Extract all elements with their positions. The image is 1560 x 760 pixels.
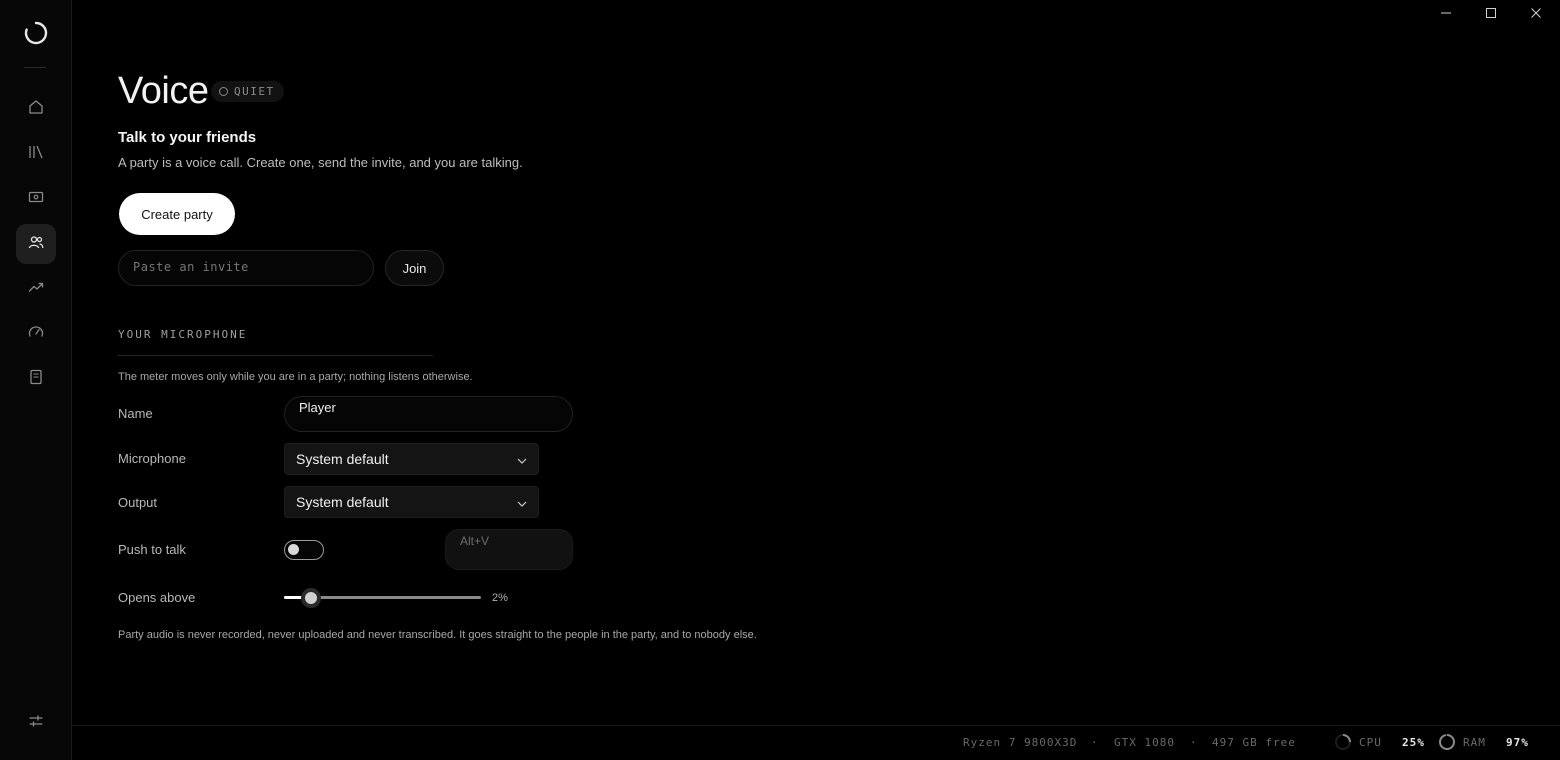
status-separator: · [1091,736,1099,749]
library-icon [27,143,45,166]
nav-screen[interactable] [16,179,56,219]
screen-icon [27,188,45,211]
push-to-talk-label: Push to talk [118,542,186,557]
threshold-value: 2% [492,592,508,604]
home-icon [27,98,45,121]
invite-input[interactable]: Paste an invite [118,250,374,286]
ram-ring-icon [1439,734,1455,750]
nav-library[interactable] [16,134,56,174]
status-badge: QUIET [211,81,284,102]
party-description: A party is a voice call. Create one, sen… [118,155,523,170]
nav-performance[interactable] [16,314,56,354]
privacy-note: Party audio is never recorded, never upl… [118,629,757,641]
chevron-down-icon [517,494,527,510]
output-select[interactable]: System default [284,486,539,518]
output-label: Output [118,495,158,510]
hotkey-field[interactable]: Alt+V [445,529,573,570]
microphone-select[interactable]: System default [284,443,539,475]
minimize-button[interactable] [1437,6,1455,24]
sliders-icon [27,712,45,735]
nav-voice[interactable] [16,224,56,264]
section-label-microphone: YOUR MICROPHONE [118,328,248,341]
cpu-ring-icon [1335,734,1351,750]
settings-button[interactable] [16,703,56,743]
maximize-icon [1485,6,1497,24]
microphone-select-value: System default [296,451,389,467]
nav-stats[interactable] [16,269,56,309]
maximize-button[interactable] [1482,6,1500,24]
app-logo[interactable] [22,19,50,47]
nav-docs[interactable] [16,359,56,399]
threshold-label: Opens above [118,590,196,605]
party-heading: Talk to your friends [118,129,257,146]
slider-thumb[interactable] [301,588,321,608]
meter-note: The meter moves only while you are in a … [118,371,473,383]
cpu-model: Ryzen 7 9800X3D [963,736,1078,749]
cpu-label: CPU [1359,736,1382,749]
name-field[interactable]: Player [284,396,573,432]
status-badge-label: QUIET [234,85,275,98]
minimize-icon [1440,6,1452,24]
create-party-button[interactable]: Create party [119,193,235,235]
ram-value: 97% [1506,736,1529,749]
disk-free: 497 GB free [1212,736,1296,749]
gpu-model: GTX 1080 [1114,736,1175,749]
section-divider [118,355,433,356]
output-select-value: System default [296,494,389,510]
name-label: Name [118,406,153,421]
ram-label: RAM [1463,736,1486,749]
circle-icon [219,87,228,96]
microphone-label: Microphone [118,451,186,466]
toggle-knob [288,544,299,555]
nav-home[interactable] [16,89,56,129]
chevron-down-icon [517,451,527,467]
close-button[interactable] [1527,6,1545,24]
close-icon [1530,6,1542,24]
document-icon [27,368,45,391]
trending-icon [27,278,45,301]
page-title: Voice [118,70,209,112]
sidebar [0,0,72,760]
status-separator: · [1190,736,1198,749]
push-to-talk-toggle[interactable] [284,540,324,560]
sidebar-divider [24,67,46,68]
cpu-value: 25% [1402,736,1425,749]
gauge-icon [27,323,45,346]
join-button[interactable]: Join [385,250,444,286]
people-icon [27,233,45,256]
